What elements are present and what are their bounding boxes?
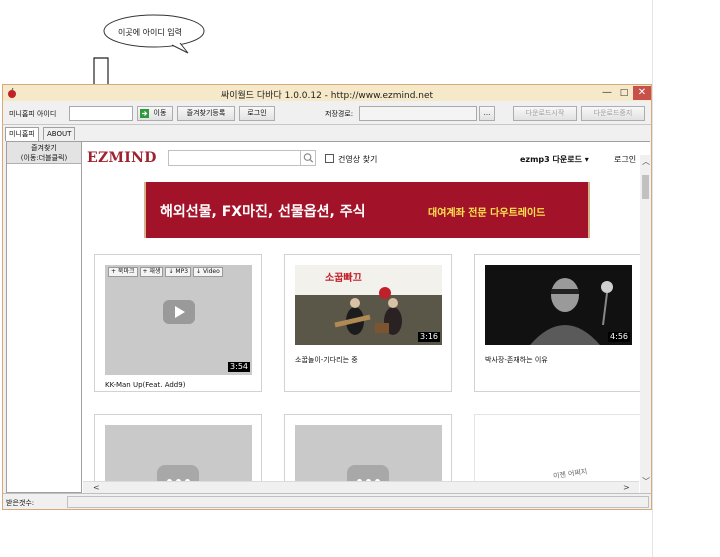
callout-text: 이곳에 아이디 입력 [118,28,182,37]
bookmark-tag[interactable]: + 북마크 [108,267,138,277]
background-area [652,0,720,557]
download-start-button[interactable]: 다운로드시작 [513,106,577,121]
save-path-input[interactable] [359,106,477,121]
title-bar[interactable]: 싸이월드 다바다 1.0.0.12 - http://www.ezmind.ne… [3,85,651,101]
thumbnail-actions: + 북마크 + 재생 ↓ MP3 ↓ Video [108,267,223,277]
video-search-checkbox[interactable] [325,154,334,163]
ezmind-logo[interactable]: EZMIND [87,150,157,166]
ezmp3-download-menu[interactable]: ezmp3 다운로드 ▾ [520,154,589,165]
minihompy-id-input[interactable] [69,106,133,121]
video-thumbnail[interactable]: 소꿉빠끄 3:16 [295,265,442,345]
favorites-title: 즐겨찾기 [31,144,57,152]
video-overlay-text: 소꿉빠끄 [325,273,362,284]
app-window: 싸이월드 다바다 1.0.0.12 - http://www.ezmind.ne… [2,84,652,510]
favorites-subtitle: (이동:더블클릭) [20,154,68,162]
video-duration: 4:56 [608,332,630,342]
video-search-label: 건영상 찾기 [338,155,378,164]
site-search-input[interactable] [168,150,316,166]
login-button[interactable]: 로그인 [239,106,275,121]
favorites-header[interactable]: 즐겨찾기 (이동:더블클릭) [7,142,81,164]
fav-register-button[interactable]: 즐겨찾기등록 [177,106,235,121]
video-thumbnail-text: 이젠 어쩌지 [552,467,588,481]
site-login-link[interactable]: 로그인 [614,154,636,165]
arrow-right-icon [140,109,149,118]
video-card[interactable]: 4:56 박사장-존재하는 이유 [474,254,642,392]
save-path-label: 저장경로: [325,110,354,118]
favorites-sidebar: 즐겨찾기 (이동:더블클릭) [6,141,82,493]
video-card[interactable]: + 북마크 + 재생 ↓ MP3 ↓ Video 3:54 KK-Man Up(… [94,254,262,392]
scroll-thumb[interactable] [642,175,649,199]
play-tag[interactable]: + 재생 [139,267,164,277]
minimize-button[interactable]: — [599,86,615,100]
received-count-value [67,496,649,508]
scroll-right-icon[interactable]: > [623,483,630,493]
mp3-tag[interactable]: ↓ MP3 [165,267,192,277]
minihompy-id-label: 미니홈피 아이디 [9,110,57,118]
close-button[interactable]: ✕ [633,86,651,100]
received-count-label: 받은갯수: [6,499,35,507]
scroll-down-icon[interactable]: ﹀ [642,477,650,487]
status-bar: 받은갯수: [3,493,651,509]
web-view: EZMIND 건영상 찾기 ezmp3 다운로드 ▾ 로그인 해외선물, FX마… [82,141,650,493]
tab-minihompy[interactable]: 미니홈피 [5,127,39,141]
banner-main-text: 해외선물, FX마진, 선물옵션, 주식 [160,204,366,220]
banner-sub-text: 대여계좌 전문 다우트레이드 [428,208,546,219]
video-title[interactable]: KK-Man Up(Feat. Add9) [105,381,185,389]
download-stop-button[interactable]: 다운로드중지 [581,106,645,121]
video-thumbnail[interactable]: + 북마크 + 재생 ↓ MP3 ↓ Video 3:54 [105,265,252,375]
window-title: 싸이월드 다바다 1.0.0.12 - http://www.ezmind.ne… [220,91,434,101]
video-thumbnail[interactable]: 4:56 [485,265,632,345]
horizontal-scrollbar[interactable]: < > [83,481,639,493]
toolbar: 미니홈피 아이디 이동 즐겨찾기등록 로그인 저장경로: ... 다운로드시작 … [3,103,651,125]
browse-button[interactable]: ... [479,106,495,121]
vertical-scrollbar[interactable]: ︿ ﹀ [640,155,651,493]
ad-banner[interactable]: 해외선물, FX마진, 선물옵션, 주식 대여계좌 전문 다우트레이드 [144,182,590,238]
play-triangle-icon [175,306,185,318]
video-title[interactable]: 박사장-존재하는 이유 [485,355,548,365]
video-title[interactable]: 소꿉놀이-기다리는 중 [295,355,358,365]
maximize-button[interactable]: □ [616,86,632,100]
search-icon[interactable] [300,150,316,166]
video-duration: 3:16 [418,332,440,342]
video-card[interactable]: 소꿉빠끄 3:16 소꿉놀이-기다리는 중 [284,254,452,392]
video-tag[interactable]: ↓ Video [193,267,223,277]
tab-about[interactable]: ABOUT [43,127,76,140]
video-duration: 3:54 [228,362,250,372]
go-label: 이동 [153,109,167,117]
scroll-left-icon[interactable]: < [93,483,100,493]
go-button[interactable]: 이동 [137,106,173,121]
scroll-up-icon[interactable]: ︿ [642,157,650,167]
